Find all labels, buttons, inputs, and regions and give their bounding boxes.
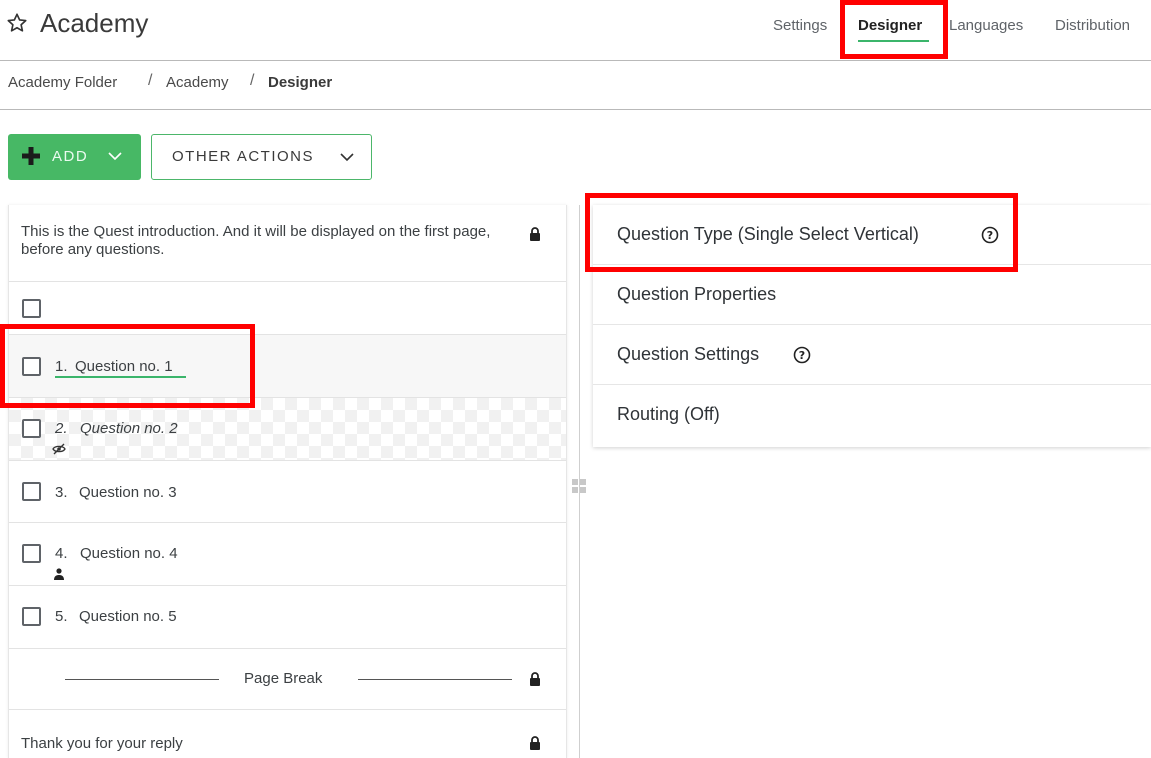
lock-icon bbox=[530, 227, 540, 241]
tab-settings[interactable]: Settings bbox=[773, 17, 827, 34]
breadcrumb-academy-folder[interactable]: Academy Folder bbox=[8, 74, 117, 91]
chevron-down-icon bbox=[340, 153, 354, 162]
question-list: This is the Quest introduction. And it w… bbox=[8, 205, 567, 758]
question-type-highlight bbox=[585, 193, 1018, 272]
breadcrumb-separator: / bbox=[250, 72, 255, 89]
svg-text:?: ? bbox=[799, 349, 805, 362]
intro-text: This is the Quest introduction. And it w… bbox=[21, 223, 491, 258]
question-4-checkbox[interactable] bbox=[22, 544, 41, 563]
routing-section[interactable]: Routing (Off) bbox=[593, 385, 1151, 445]
add-button[interactable]: ADD bbox=[8, 134, 141, 180]
divider bbox=[65, 679, 219, 680]
app-header: Academy Settings Designer Languages Dist… bbox=[0, 0, 1151, 61]
question-row-4[interactable]: 4. Question no. 4 bbox=[9, 523, 566, 586]
question-4-label: Question no. 4 bbox=[80, 545, 178, 562]
question-1-highlight bbox=[0, 324, 255, 408]
breadcrumb-academy[interactable]: Academy bbox=[166, 74, 229, 91]
thank-you-text: Thank you for your reply bbox=[21, 735, 183, 752]
question-row-5[interactable]: 5. Question no. 5 bbox=[9, 586, 566, 649]
page-break-label: Page Break bbox=[244, 670, 323, 687]
question-settings-section[interactable]: Question Settings ? bbox=[593, 325, 1151, 385]
other-actions-button[interactable]: OTHER ACTIONS bbox=[151, 134, 372, 180]
eye-off-icon bbox=[52, 443, 66, 455]
question-3-label: Question no. 3 bbox=[79, 484, 177, 501]
tab-distribution[interactable]: Distribution bbox=[1055, 17, 1130, 34]
page-title: Academy bbox=[40, 8, 149, 38]
star-icon[interactable] bbox=[6, 12, 28, 34]
question-row-3[interactable]: 3. Question no. 3 bbox=[9, 461, 566, 523]
question-5-checkbox[interactable] bbox=[22, 607, 41, 626]
routing-label: Routing (Off) bbox=[617, 404, 720, 424]
intro-item[interactable]: This is the Quest introduction. And it w… bbox=[9, 205, 566, 282]
lock-icon bbox=[530, 672, 540, 686]
lock-icon bbox=[530, 736, 540, 750]
breadcrumb-separator: / bbox=[148, 72, 153, 89]
breadcrumb: Academy Folder / Academy / Designer bbox=[0, 62, 1151, 110]
drag-handle-icon[interactable] bbox=[571, 478, 587, 494]
breadcrumb-designer: Designer bbox=[268, 74, 333, 91]
question-5-number: 5. bbox=[55, 608, 68, 625]
person-icon bbox=[54, 568, 64, 580]
designer-tab-highlight bbox=[840, 0, 948, 59]
thank-you-item[interactable]: Thank you for your reply bbox=[9, 710, 566, 758]
question-3-number: 3. bbox=[55, 484, 68, 501]
tab-languages[interactable]: Languages bbox=[949, 17, 1023, 34]
divider bbox=[358, 679, 512, 680]
question-properties-label: Question Properties bbox=[617, 284, 777, 304]
question-2-label: Question no. 2 bbox=[80, 420, 178, 437]
select-all-checkbox[interactable] bbox=[22, 299, 41, 318]
question-4-number: 4. bbox=[55, 545, 68, 562]
add-button-label: ADD bbox=[52, 148, 89, 165]
question-5-label: Question no. 5 bbox=[79, 608, 177, 625]
question-settings-label: Question Settings bbox=[617, 344, 760, 364]
chevron-down-icon bbox=[108, 152, 122, 161]
page-break-row[interactable]: Page Break bbox=[9, 649, 566, 710]
other-actions-label: OTHER ACTIONS bbox=[172, 148, 315, 165]
help-icon[interactable]: ? bbox=[793, 346, 811, 364]
question-properties-section[interactable]: Question Properties bbox=[593, 265, 1151, 325]
plus-icon bbox=[22, 147, 40, 165]
question-2-checkbox[interactable] bbox=[22, 419, 41, 438]
question-3-checkbox[interactable] bbox=[22, 482, 41, 501]
question-2-number: 2. bbox=[55, 420, 68, 437]
